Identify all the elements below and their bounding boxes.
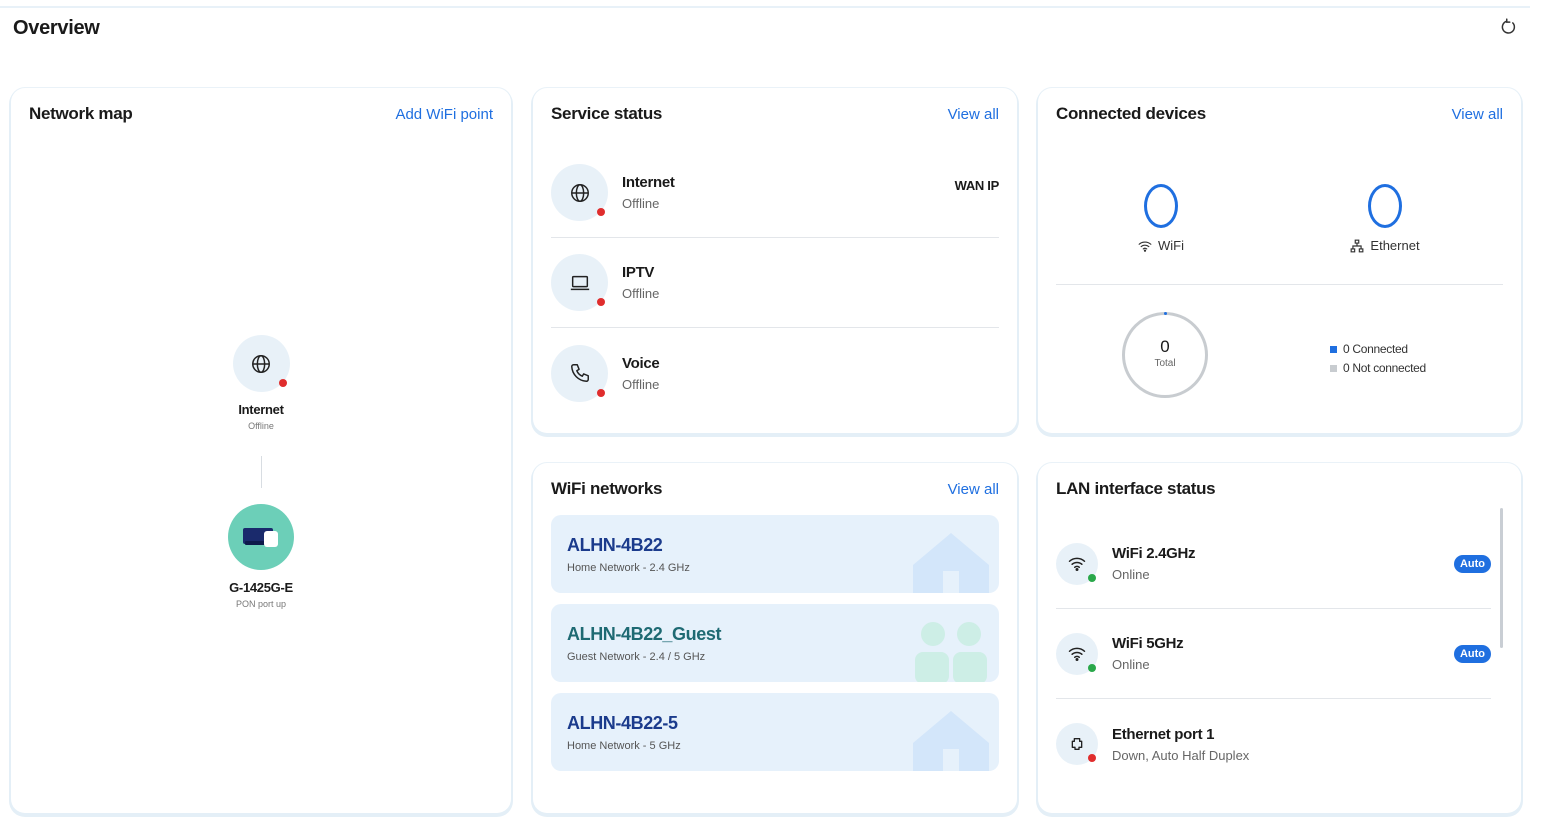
status-dot-offline — [597, 388, 605, 397]
laptop-icon — [570, 275, 589, 290]
phone-icon — [570, 364, 589, 382]
service-status-text: Offline — [622, 196, 660, 211]
wifi-icon — [1068, 647, 1086, 661]
lan-row-wifi-5[interactable]: WiFi 5GHz Online Auto — [1056, 609, 1491, 699]
status-dot-online — [1088, 663, 1096, 672]
refresh-button[interactable] — [1498, 16, 1520, 38]
section-divider — [1056, 284, 1503, 285]
service-status-card: Service status View all Internet Offline… — [533, 88, 1017, 433]
status-dot-offline — [278, 379, 287, 387]
globe-icon — [570, 183, 589, 202]
lan-interface-name: Ethernet port 1 — [1112, 725, 1215, 743]
ethernet-count-glyph — [1368, 184, 1402, 228]
wifi-network-item[interactable]: ALHN-4B22-5 Home Network - 5 GHz — [551, 693, 999, 771]
total-devices-ring: 0 Total — [1122, 312, 1208, 398]
devices-legend: 0 Connected 0 Not connected — [1330, 342, 1426, 380]
router-icon — [243, 528, 278, 547]
total-label: Total — [1154, 358, 1176, 369]
home-icon — [913, 711, 989, 771]
service-status-text: Offline — [622, 376, 660, 392]
service-status-title: Service status — [551, 104, 663, 123]
service-name: IPTV — [622, 264, 655, 281]
guests-icon — [915, 622, 987, 682]
ring-progress-marker — [1164, 312, 1167, 315]
wifi-network-item[interactable]: ALHN-4B22_Guest Guest Network - 2.4 / 5 … — [551, 604, 999, 682]
globe-icon — [252, 354, 270, 373]
service-row-iptv[interactable]: IPTV Offline — [551, 238, 999, 328]
connected-devices-card: Connected devices View all WiFi Ethernet… — [1038, 88, 1521, 433]
top-divider — [0, 6, 1530, 8]
connected-devices-title: Connected devices — [1056, 104, 1206, 123]
internet-node-status: Offline — [248, 421, 274, 431]
internet-node[interactable]: Internet Offline — [191, 335, 331, 431]
network-map-card: Network map Add WiFi point Internet Offl… — [11, 88, 511, 813]
page-title: Overview — [13, 17, 100, 39]
wifi-icon — [1068, 557, 1086, 571]
service-status-text: Offline — [622, 286, 660, 301]
lan-interface-status: Online — [1112, 657, 1150, 672]
lan-interface-title: LAN interface status — [1056, 479, 1216, 498]
auto-badge: Auto — [1453, 644, 1491, 663]
service-name: Voice — [622, 354, 660, 372]
network-map-title: Network map — [29, 104, 133, 123]
gateway-node-status: PON port up — [235, 599, 287, 609]
gateway-node[interactable]: G-1425G-E PON port up — [191, 504, 331, 609]
legend-swatch-connected — [1330, 345, 1337, 353]
status-dot-offline — [597, 208, 605, 216]
lan-row-wifi-24[interactable]: WiFi 2.4GHz Online Auto — [1056, 519, 1491, 609]
status-dot-offline — [597, 298, 605, 306]
lan-interface-name: WiFi 2.4GHz — [1112, 545, 1196, 562]
total-count: 0 — [1160, 337, 1170, 356]
service-status-view-all-link[interactable]: View all — [948, 106, 999, 123]
status-dot-offline — [1088, 754, 1096, 762]
wifi-description: Home Network - 5 GHz — [567, 740, 681, 752]
home-icon — [913, 533, 989, 593]
ethernet-network-icon — [1351, 239, 1364, 252]
lan-interface-status: Down, Auto Half Duplex — [1112, 747, 1250, 763]
ethernet-count-label: Ethernet — [1370, 238, 1420, 253]
wifi-icon — [1138, 240, 1152, 252]
wifi-ssid: ALHN-4B22_Guest — [567, 624, 722, 644]
connected-devices-view-all-link[interactable]: View all — [1452, 106, 1503, 123]
wifi-networks-card: WiFi networks View all ALHN-4B22 Home Ne… — [533, 463, 1017, 813]
status-dot-online — [1088, 573, 1096, 582]
refresh-icon — [1501, 18, 1516, 34]
legend-not-connected: 0 Not connected — [1330, 361, 1426, 375]
lan-scrollbar[interactable] — [1500, 508, 1503, 648]
wifi-device-count[interactable]: WiFi — [1061, 184, 1261, 253]
internet-node-label: Internet — [238, 402, 284, 417]
wan-ip-label: WAN IP — [954, 178, 1000, 193]
wifi-count-label: WiFi — [1158, 238, 1184, 253]
legend-connected: 0 Connected — [1330, 342, 1426, 356]
lan-interface-status: Online — [1112, 567, 1150, 582]
auto-badge: Auto — [1453, 554, 1491, 573]
legend-swatch-not-connected — [1330, 364, 1337, 372]
wifi-networks-view-all-link[interactable]: View all — [948, 481, 999, 498]
service-name: Internet — [622, 174, 675, 191]
lan-interface-card: LAN interface status WiFi 2.4GHz Online … — [1038, 463, 1521, 813]
service-row-internet[interactable]: Internet Offline WAN IP — [551, 148, 999, 238]
wifi-description: Home Network - 2.4 GHz — [567, 562, 690, 574]
ethernet-device-count[interactable]: Ethernet — [1285, 184, 1485, 253]
wifi-network-item[interactable]: ALHN-4B22 Home Network - 2.4 GHz — [551, 515, 999, 593]
gateway-node-label: G-1425G-E — [229, 580, 293, 595]
wifi-ssid: ALHN-4B22 — [567, 535, 663, 555]
add-wifi-point-link[interactable]: Add WiFi point — [395, 106, 493, 123]
lan-interface-name: WiFi 5GHz — [1112, 635, 1184, 652]
wifi-count-glyph — [1144, 184, 1178, 228]
service-row-voice[interactable]: Voice Offline — [551, 328, 999, 418]
ethernet-port-icon — [1071, 738, 1083, 750]
connector-line — [261, 456, 262, 488]
wifi-networks-title: WiFi networks — [551, 479, 663, 498]
wifi-ssid: ALHN-4B22-5 — [567, 713, 678, 733]
lan-row-ethernet-1[interactable]: Ethernet port 1 Down, Auto Half Duplex — [1056, 699, 1491, 789]
wifi-description: Guest Network - 2.4 / 5 GHz — [567, 651, 706, 663]
